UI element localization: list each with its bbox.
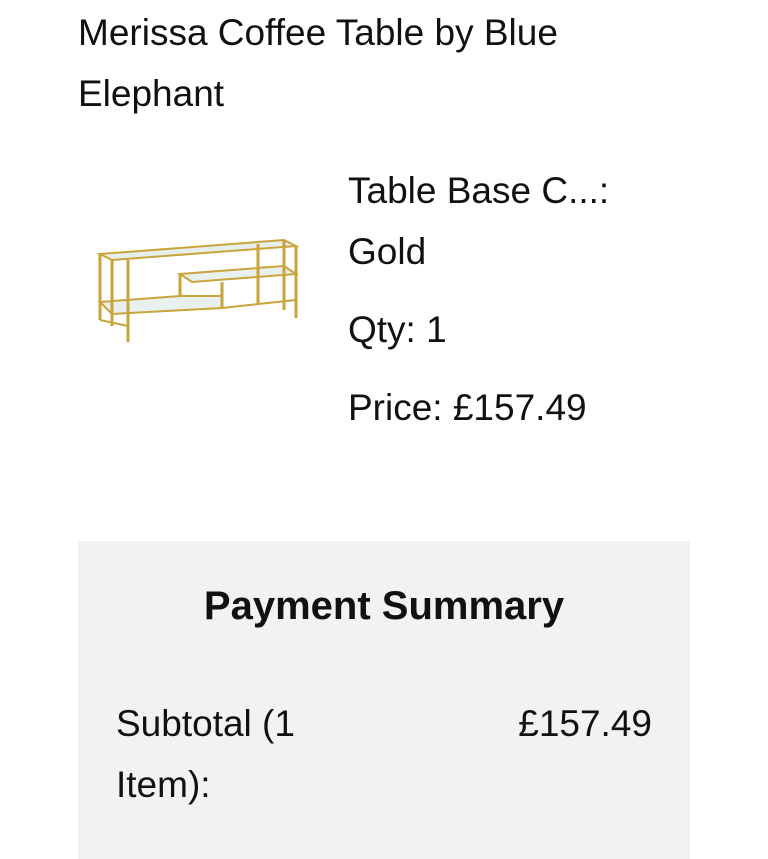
product-image[interactable] [94, 230, 304, 348]
option-value: Gold [348, 231, 427, 272]
option-label: Table Base C...: [348, 170, 610, 211]
product-details: Table Base C...: Gold Qty: 1 Price: £157… [348, 160, 678, 438]
subtotal-value: £157.49 [518, 703, 652, 744]
payment-summary-title: Payment Summary [203, 584, 565, 628]
payment-summary-panel: Payment Summary Subtotal (1 Item): £157.… [78, 541, 690, 859]
coffee-table-image-icon [96, 238, 300, 342]
quantity-text: Qty: 1 [348, 309, 447, 350]
product-title[interactable]: Merissa Coffee Table by Blue Elephant [78, 2, 638, 124]
subtotal-label: Subtotal (1 Item): [116, 703, 295, 805]
price-text: Price: £157.49 [348, 387, 587, 428]
option-text: Table Base C...: Gold [348, 160, 678, 282]
